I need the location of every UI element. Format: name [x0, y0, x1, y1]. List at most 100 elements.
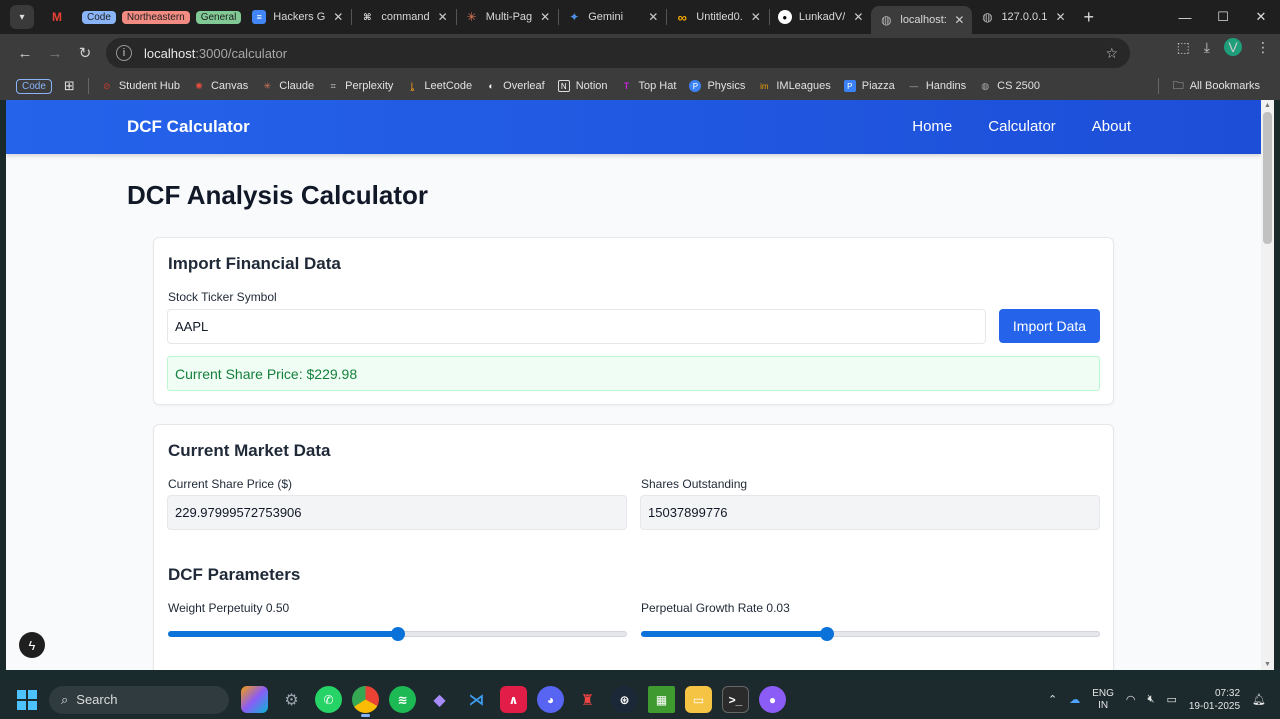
wifi-icon[interactable]: ◠ — [1126, 693, 1136, 706]
tab-search-chevron-icon[interactable]: ▾ — [10, 5, 34, 29]
obsidian-icon[interactable]: ◆ — [426, 686, 453, 713]
bookmark-top-hat[interactable]: T Top Hat — [621, 80, 677, 92]
slider-thumb[interactable] — [390, 627, 405, 641]
downloads-icon[interactable]: ⤓ — [1204, 39, 1210, 56]
growth-rate-slider[interactable] — [641, 626, 1100, 642]
bookmark-group-code[interactable]: Code — [16, 78, 52, 94]
bookmark-piazza[interactable]: P Piazza — [843, 80, 895, 92]
taskbar-search-label: Search — [76, 692, 118, 707]
tab-127[interactable]: ◍ 127.0.0.1: ✕ — [972, 3, 1073, 31]
nav-link-calculator[interactable]: Calculator — [988, 118, 1056, 135]
close-icon[interactable]: ✕ — [438, 10, 448, 24]
bookmark-notion[interactable]: N Notion — [557, 80, 608, 92]
apps-grid-icon[interactable]: ⊞ — [64, 78, 75, 94]
tab-localhost-active[interactable]: ◍ localhost: ✕ — [871, 6, 973, 34]
scrollbar-thumb[interactable] — [1263, 112, 1272, 244]
reload-icon[interactable]: ↻ — [70, 38, 100, 68]
close-icon[interactable]: ✕ — [648, 10, 658, 24]
close-icon[interactable]: ✕ — [751, 10, 761, 24]
close-icon[interactable]: ✕ — [954, 13, 964, 27]
site-navbar: DCF Calculator Home Calculator About — [6, 100, 1261, 154]
tab-gemini[interactable]: ✦ Gemini ✕ — [559, 3, 666, 31]
volume-muted-icon[interactable]: 🔇︎ — [1148, 693, 1155, 706]
tab-colab[interactable]: ∞ Untitled0. ✕ — [667, 3, 769, 31]
scroll-down-arrow-icon[interactable]: ▼ — [1264, 661, 1271, 668]
scroll-up-arrow-icon[interactable]: ▲ — [1264, 102, 1271, 109]
bookmark-student-hub[interactable]: ⊘ Student Hub — [101, 80, 180, 92]
taskbar-clock[interactable]: 07:32 19-01-2025 — [1189, 687, 1240, 713]
tab-multipage[interactable]: ✳ Multi-Pag ✕ — [457, 3, 559, 31]
close-icon[interactable]: ✕ — [1055, 10, 1065, 24]
vscode-icon[interactable]: ⋊ — [463, 686, 490, 713]
tab-command[interactable]: ⌘ command ✕ — [352, 3, 455, 31]
bookmark-canvas[interactable]: ✺ Canvas — [193, 80, 248, 92]
game-app-icon[interactable]: ♜ — [574, 686, 601, 713]
close-icon[interactable]: ✕ — [540, 10, 550, 24]
tab-group-northeastern[interactable]: Northeastern — [121, 10, 190, 24]
close-window-icon[interactable]: ✕ — [1242, 0, 1280, 34]
bookmark-leetcode[interactable]: ȴ LeetCode — [406, 80, 472, 92]
tab-github[interactable]: ● LunkadV/ ✕ — [770, 3, 872, 31]
bookmark-handins[interactable]: — Handins — [908, 80, 966, 92]
steam-icon[interactable]: ⊛ — [611, 686, 638, 713]
battery-icon[interactable]: ▭ — [1166, 693, 1176, 706]
file-explorer-icon[interactable]: ▭ — [685, 686, 712, 713]
nextjs-dev-tools-bolt-icon[interactable]: ϟ — [19, 632, 45, 658]
windows-start-icon[interactable] — [17, 689, 37, 710]
close-icon[interactable]: ✕ — [333, 10, 343, 24]
import-data-button[interactable]: Import Data — [999, 309, 1100, 343]
whatsapp-icon[interactable]: ✆ — [315, 686, 342, 713]
github-desktop-icon[interactable]: ● — [759, 686, 786, 713]
nav-link-about[interactable]: About — [1092, 118, 1131, 135]
tab-gmail[interactable]: M — [42, 3, 79, 31]
bookmark-physics[interactable]: P Physics — [689, 80, 745, 92]
language-indicator[interactable]: ENG IN — [1092, 688, 1114, 712]
browser-menu-kebab-icon[interactable]: ⋮ — [1256, 39, 1270, 56]
weight-perpetuity-slider[interactable] — [168, 626, 627, 642]
new-tab-plus-icon[interactable]: + — [1084, 7, 1095, 28]
settings-gear-icon[interactable]: ⚙ — [278, 686, 305, 713]
ticker-input[interactable]: AAPL — [167, 309, 986, 344]
tray-chevron-up-icon[interactable]: ⌃ — [1048, 693, 1057, 706]
copilot-icon[interactable] — [241, 686, 268, 713]
imleagues-icon: im — [760, 81, 769, 91]
share-price-field[interactable]: 229.97999572753906 — [167, 495, 627, 530]
bookmark-star-icon[interactable]: ☆ — [1105, 45, 1118, 62]
terminal-icon[interactable]: >_ — [722, 686, 749, 713]
tab-group-code[interactable]: Code — [82, 10, 116, 24]
nav-link-home[interactable]: Home — [912, 118, 952, 135]
physics-icon: P — [689, 80, 702, 92]
forward-arrow-icon[interactable]: → — [40, 38, 70, 68]
tab-hackers[interactable]: ≡ Hackers G ✕ — [244, 3, 351, 31]
bookmark-cs2500[interactable]: ◍ CS 2500 — [979, 80, 1040, 92]
bookmark-overleaf[interactable]: ◐ Overleaf — [485, 80, 544, 92]
system-tray: ⌃ ☁ ENG IN ◠ 🔇︎ ▭ 07:32 19-01-2025 🔔︎ — [1048, 680, 1266, 719]
shares-outstanding-field[interactable]: 15037899776 — [640, 495, 1100, 530]
page-scrollbar[interactable]: ▲ ▼ — [1261, 100, 1274, 670]
extensions-puzzle-icon[interactable]: ⬚ — [1177, 39, 1190, 56]
site-brand[interactable]: DCF Calculator — [127, 117, 250, 137]
site-info-icon[interactable]: i — [116, 45, 132, 61]
all-bookmarks[interactable]: 🗀 All Bookmarks — [1157, 77, 1260, 96]
omnibox[interactable]: i localhost:3000/calculator ☆ — [106, 38, 1130, 68]
tab-group-general[interactable]: General — [195, 10, 242, 24]
onedrive-cloud-icon[interactable]: ☁ — [1069, 693, 1080, 706]
close-icon[interactable]: ✕ — [853, 10, 863, 24]
notifications-bell-icon[interactable]: 🔔︎ — [1252, 693, 1266, 706]
arc-icon[interactable]: ∧ — [500, 686, 527, 713]
spotify-icon[interactable]: ≋ — [389, 686, 416, 713]
back-arrow-icon[interactable]: ← — [10, 38, 40, 68]
bookmark-claude[interactable]: ✳ Claude — [261, 80, 314, 92]
bookmark-imleagues[interactable]: im IMLeagues — [758, 80, 831, 92]
minimize-icon[interactable]: — — [1166, 0, 1204, 34]
url-text[interactable]: localhost:3000/calculator — [144, 46, 287, 61]
slider-thumb[interactable] — [819, 627, 834, 641]
bookmark-perplexity[interactable]: ⌗ Perplexity — [327, 80, 394, 92]
minecraft-icon[interactable]: ▦ — [648, 686, 675, 713]
site-nav-links: Home Calculator About — [912, 118, 1131, 135]
maximize-icon[interactable]: ☐ — [1204, 0, 1242, 34]
taskbar-search[interactable]: ⌕ Search — [49, 685, 229, 714]
profile-avatar[interactable]: V — [1224, 38, 1242, 56]
discord-icon[interactable]: ◕ — [537, 686, 564, 713]
chrome-icon[interactable] — [352, 686, 379, 717]
